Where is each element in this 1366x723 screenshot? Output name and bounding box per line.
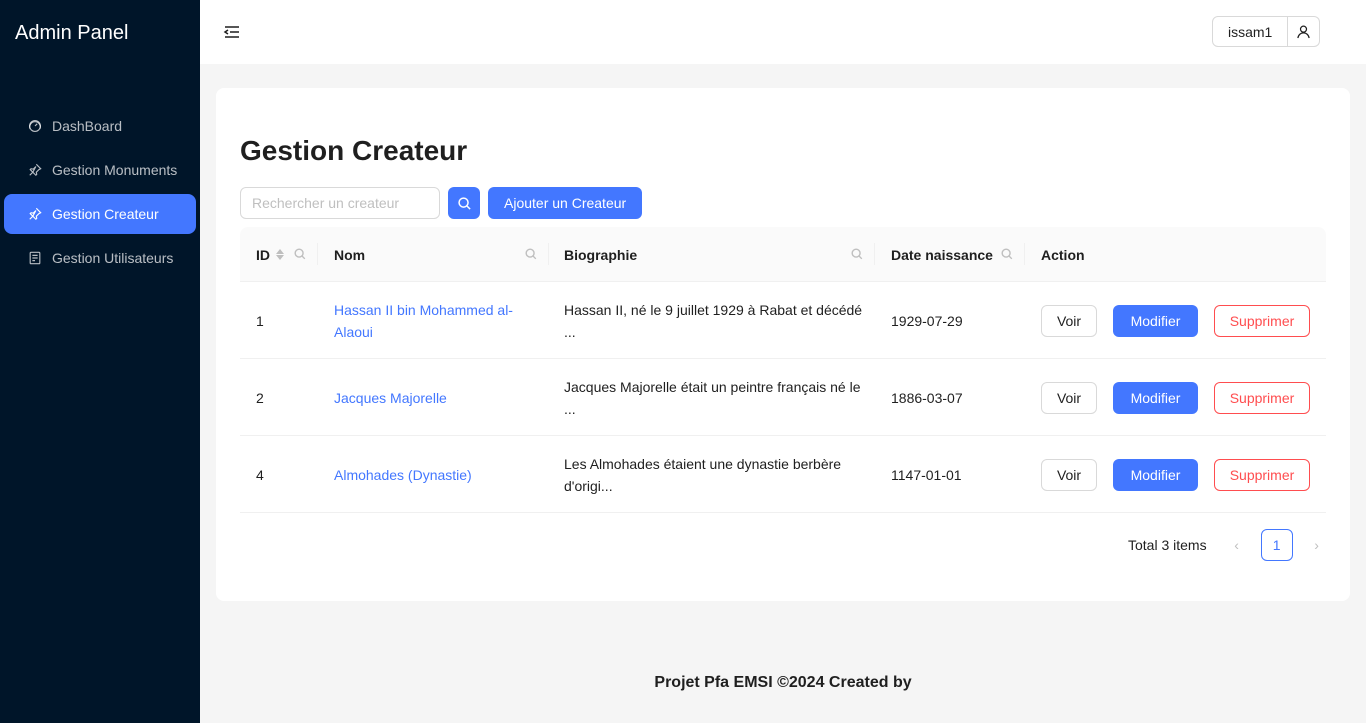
pushpin-icon [28,207,42,221]
sidebar-item-label: Gestion Createur [52,206,159,222]
sidebar: Admin Panel DashBoard Gestion Monuments … [0,0,200,723]
supprimer-button[interactable]: Supprimer [1214,459,1310,491]
column-header-id[interactable]: ID [256,227,284,282]
sidebar-item-dashboard[interactable]: DashBoard [4,106,196,146]
pushpin-icon [28,163,42,177]
sidebar-menu: DashBoard Gestion Monuments Gestion Crea… [4,106,196,282]
user-menu: issam1 [1212,16,1321,47]
next-page-button[interactable]: › [1301,529,1333,561]
cell-nom-link[interactable]: Almohades (Dynastie) [334,436,534,513]
createur-table: ID Nom Biographie Date naissance Action … [240,227,1326,513]
cell-nom-link[interactable]: Hassan II bin Mohammed al-Alaoui [334,282,534,359]
cell-biographie: Jacques Majorelle était un peintre franç… [564,378,861,417]
page-title: Gestion Createur [240,135,468,166]
top-header: issam1 [200,0,1366,64]
sort-icon[interactable] [276,249,284,260]
search-button[interactable] [448,187,480,219]
prev-page-button[interactable]: ‹ [1221,529,1253,561]
search-input[interactable] [240,187,440,219]
pagination-total: Total 3 items [1128,537,1207,553]
cell-date: 1147-01-01 [891,466,962,483]
dashboard-icon [28,119,42,133]
sidebar-item-monuments[interactable]: Gestion Monuments [4,150,196,190]
search-icon[interactable] [524,247,538,261]
table-row: 2 Jacques Majorelle Jacques Majorelle ét… [240,359,1326,436]
pagination: Total 3 items ‹ 1 › [1128,529,1333,561]
username-button[interactable]: issam1 [1212,16,1289,47]
table-header: ID Nom Biographie Date naissance Action [240,227,1326,282]
cell-id: 1 [256,312,264,329]
cell-id: 4 [256,466,264,483]
sidebar-item-label: Gestion Monuments [52,162,178,178]
cell-date: 1929-07-29 [891,312,963,329]
column-header-nom: Nom [334,246,366,263]
menu-fold-icon[interactable] [222,22,242,42]
column-header-biographie: Biographie [564,246,638,263]
supprimer-button[interactable]: Supprimer [1214,382,1310,414]
table-row: 4 Almohades (Dynastie) Les Almohades éta… [240,436,1326,513]
table-row: 1 Hassan II bin Mohammed al-Alaoui Hassa… [240,282,1326,359]
cell-biographie: Les Almohades étaient une dynastie berbè… [564,455,842,494]
search-icon[interactable] [293,247,307,261]
content-card: Gestion Createur Ajouter un Createur ID … [216,88,1350,601]
sidebar-item-createur[interactable]: Gestion Createur [4,194,196,234]
modifier-button[interactable]: Modifier [1113,305,1198,337]
page-1-button[interactable]: 1 [1260,529,1293,561]
modifier-button[interactable]: Modifier [1113,382,1198,414]
cell-id: 2 [256,389,264,406]
sidebar-item-label: Gestion Utilisateurs [52,250,174,266]
app-logo: Admin Panel [15,22,129,44]
column-header-action: Action [1041,246,1085,263]
voir-button[interactable]: Voir [1041,305,1097,337]
voir-button[interactable]: Voir [1041,382,1097,414]
reconciliation-icon [28,251,42,265]
search-icon[interactable] [1000,247,1014,261]
add-createur-button[interactable]: Ajouter un Createur [488,187,643,219]
column-header-date: Date naissance [891,246,993,263]
sidebar-item-label: DashBoard [52,118,123,134]
cell-nom-link[interactable]: Jacques Majorelle [334,359,534,436]
search-icon [457,196,471,210]
footer-text: Projet Pfa EMSI ©2024 Created by [654,674,912,691]
sidebar-item-utilisateurs[interactable]: Gestion Utilisateurs [4,238,196,278]
supprimer-button[interactable]: Supprimer [1214,305,1310,337]
user-icon[interactable] [1288,16,1321,47]
modifier-button[interactable]: Modifier [1113,459,1198,491]
cell-biographie: Hassan II, né le 9 juillet 1929 à Rabat … [564,301,863,340]
search-icon[interactable] [850,247,864,261]
voir-button[interactable]: Voir [1041,459,1097,491]
cell-date: 1886-03-07 [891,389,963,406]
